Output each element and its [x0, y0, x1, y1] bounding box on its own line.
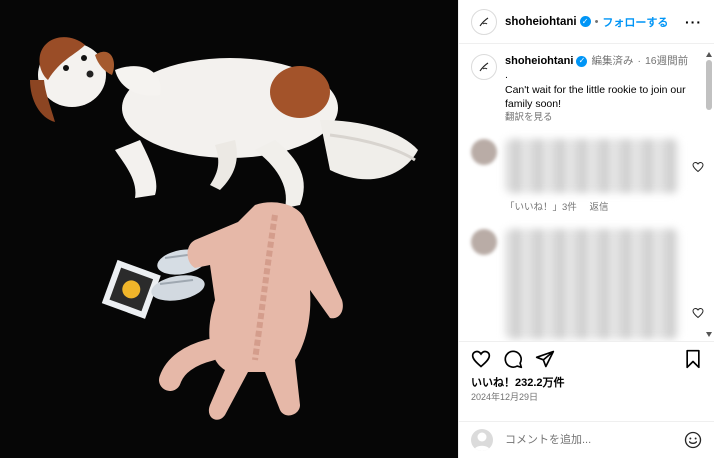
separator-dot: • — [594, 15, 599, 28]
follow-button[interactable]: フォローする — [602, 14, 668, 30]
comment-avatar[interactable] — [471, 229, 497, 255]
username-link[interactable]: shoheiohtani — [505, 16, 577, 28]
comment-input[interactable] — [503, 433, 684, 447]
comments-list[interactable]: shoheiohtani ✓ 編集済み · 16週間前 . Can't wait… — [459, 44, 714, 341]
blurred-comment-content — [505, 229, 679, 339]
dot-separator: · — [637, 55, 641, 67]
comment-item — [459, 229, 714, 339]
post-header: shoheiohtani ✓ • フォローする ··· — [459, 0, 714, 44]
like-comment-heart-icon[interactable] — [692, 161, 704, 173]
caption-username[interactable]: shoheiohtani — [505, 54, 573, 68]
more-options-icon[interactable]: ··· — [685, 14, 702, 30]
signature-logo-icon — [479, 17, 489, 26]
current-user-avatar — [471, 429, 493, 451]
comment-actions: 「いいね！」3件 返信 — [505, 199, 714, 213]
verified-badge-icon: ✓ — [576, 55, 588, 67]
blurred-comment-content — [505, 139, 679, 193]
translate-link[interactable]: 翻訳を見る — [505, 111, 702, 125]
post-time[interactable]: 16週間前 — [645, 54, 688, 68]
edited-label: 編集済み — [591, 55, 634, 67]
scroll-thumb[interactable] — [706, 60, 712, 110]
comment-item — [459, 139, 714, 193]
comments-scrollbar[interactable] — [706, 52, 712, 337]
add-comment-bar — [459, 421, 714, 458]
post-actions-bar — [459, 341, 714, 375]
post-date: 2024年12月29日 — [471, 392, 539, 402]
profile-avatar[interactable] — [471, 8, 497, 35]
caption-text: Can't wait for the little rookie to join… — [505, 84, 686, 110]
signature-logo-icon — [479, 62, 489, 72]
post-image[interactable] — [0, 0, 458, 458]
caption-dot-line: . — [505, 69, 508, 81]
verified-badge-icon: ✓ — [579, 16, 591, 27]
emoji-picker-icon[interactable] — [684, 431, 702, 449]
scroll-up-arrow-icon[interactable] — [706, 52, 712, 57]
comment-bubble-icon[interactable] — [503, 349, 523, 369]
save-bookmark-icon[interactable] — [684, 349, 702, 369]
default-user-icon — [474, 432, 490, 451]
like-count[interactable]: いいね！232.2万件 — [471, 374, 565, 390]
caption-avatar[interactable] — [471, 54, 497, 80]
like-comment-heart-icon[interactable] — [692, 307, 704, 319]
post-detail-panel: shoheiohtani ✓ • フォローする ··· shoheiohtani… — [458, 0, 714, 458]
scroll-down-arrow-icon[interactable] — [706, 332, 712, 337]
like-heart-icon[interactable] — [471, 349, 491, 369]
share-paper-plane-icon[interactable] — [535, 349, 555, 369]
comment-avatar[interactable] — [471, 139, 497, 165]
post-photo-art — [0, 0, 458, 458]
caption: shoheiohtani ✓ 編集済み · 16週間前 . Can't wait… — [459, 44, 714, 125]
reply-button[interactable]: 返信 — [589, 202, 608, 213]
comment-likes[interactable]: 「いいね！」3件 — [505, 202, 577, 213]
